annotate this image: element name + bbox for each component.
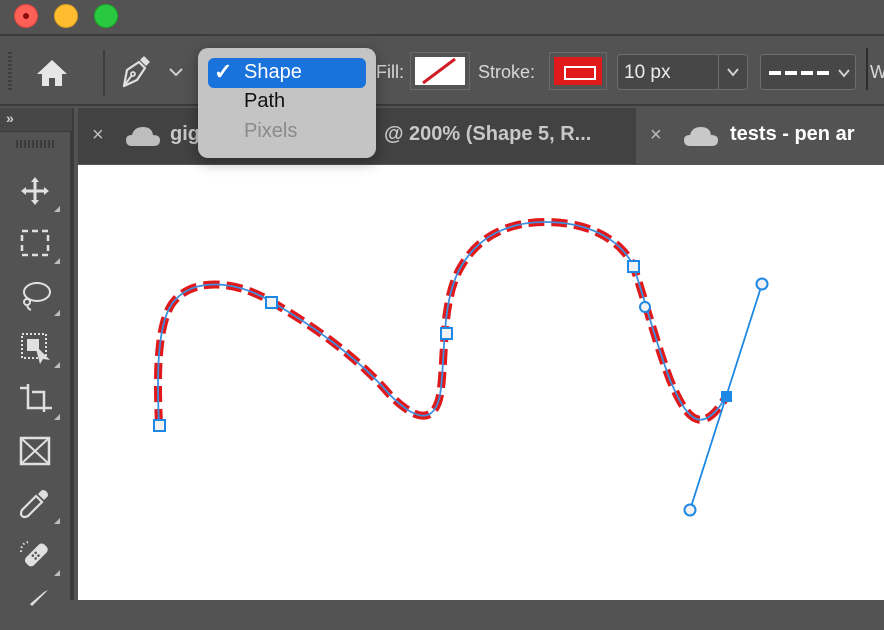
menu-item-path[interactable]: Path: [208, 87, 366, 117]
menu-item-label: Pixels: [244, 120, 298, 142]
close-window-button[interactable]: [14, 4, 38, 28]
object-selection-tool[interactable]: [14, 326, 60, 370]
cloud-icon: [684, 127, 718, 146]
anchor-point[interactable]: [627, 260, 640, 273]
path-outline: [157, 221, 727, 426]
menu-item-pixels: Pixels: [208, 117, 366, 147]
stroke-label: Stroke:: [478, 62, 536, 82]
stroke-width-value[interactable]: 10 px: [624, 62, 670, 84]
tool-preset-button[interactable]: [118, 54, 152, 90]
chevron-down-icon[interactable]: [726, 67, 740, 77]
move-icon: [21, 177, 49, 205]
anchor-point[interactable]: [153, 419, 166, 432]
dashed-line-icon: [769, 71, 831, 75]
close-tab-icon[interactable]: ×: [650, 124, 662, 147]
stroke-style-select[interactable]: [760, 54, 856, 90]
eyedropper-tool[interactable]: [14, 482, 60, 526]
brush-tool[interactable]: [14, 586, 60, 630]
direction-handle-point[interactable]: [639, 301, 651, 313]
chevron-down-icon: [838, 69, 850, 78]
pen-tool-icon: [122, 56, 150, 88]
selected-anchor-point[interactable]: [721, 391, 732, 402]
stroke-swatch[interactable]: [549, 52, 607, 90]
move-tool[interactable]: [14, 170, 60, 214]
tab-title-zoom: @ 200% (Shape 5, R...: [384, 123, 592, 145]
tab-document-2[interactable]: × tests - pen ar: [636, 108, 884, 164]
stroke-width-field[interactable]: 10 px: [617, 54, 748, 90]
maximize-window-button[interactable]: [94, 4, 118, 28]
spot-healing-brush-tool[interactable]: [14, 534, 60, 578]
tools-panel-grip[interactable]: [16, 140, 54, 148]
width-label: W: [870, 62, 884, 82]
crop-icon: [20, 384, 52, 412]
divider: [866, 48, 868, 90]
menu-item-label: Shape: [244, 61, 302, 83]
checkmark-icon: ✓: [214, 59, 233, 84]
bandage-icon: [20, 541, 48, 567]
fill-label: Fill:: [376, 62, 404, 82]
fill-swatch[interactable]: [410, 52, 470, 90]
crop-tool[interactable]: [14, 378, 60, 422]
close-tab-icon[interactable]: ×: [92, 124, 104, 147]
object-selection-icon: [21, 333, 50, 364]
divider: [103, 50, 105, 96]
anchor-point[interactable]: [265, 296, 278, 309]
tab-title: tests - pen ar: [730, 123, 855, 145]
menu-item-shape[interactable]: ✓ Shape: [208, 58, 366, 88]
minimize-window-button[interactable]: [54, 4, 78, 28]
options-bar-grip[interactable]: [8, 52, 12, 92]
shape-path-stroke[interactable]: [153, 217, 730, 426]
tab-title: gig: [170, 123, 200, 145]
chevron-down-icon[interactable]: [168, 66, 184, 78]
options-bar: Fill: Stroke: 10 px W: [0, 38, 884, 106]
document-canvas[interactable]: [78, 165, 884, 600]
direction-handle-point[interactable]: [683, 503, 697, 517]
menu-item-label: Path: [244, 90, 286, 112]
path-drawing[interactable]: [78, 165, 884, 600]
frame-tool[interactable]: [14, 430, 60, 474]
frame-icon: [19, 436, 51, 466]
direction-handle-point[interactable]: [755, 277, 769, 291]
anchor-point[interactable]: [440, 327, 453, 340]
home-button[interactable]: [34, 56, 70, 90]
no-fill-icon: [422, 57, 456, 85]
mode-dropdown-menu: ✓ Shape Path Pixels: [198, 48, 376, 158]
marquee-icon: [20, 229, 50, 257]
expand-panel-icon[interactable]: »: [6, 110, 14, 126]
lasso-icon: [23, 282, 51, 311]
tools-panel-header: »: [0, 108, 72, 132]
rectangular-marquee-tool[interactable]: [14, 222, 60, 266]
cloud-icon: [126, 127, 160, 146]
tools-panel: »: [0, 108, 74, 606]
brush-icon: [30, 590, 48, 606]
lasso-tool[interactable]: [14, 274, 60, 318]
title-bar: [0, 0, 884, 36]
eyedropper-icon: [19, 490, 48, 519]
home-icon: [37, 60, 67, 86]
